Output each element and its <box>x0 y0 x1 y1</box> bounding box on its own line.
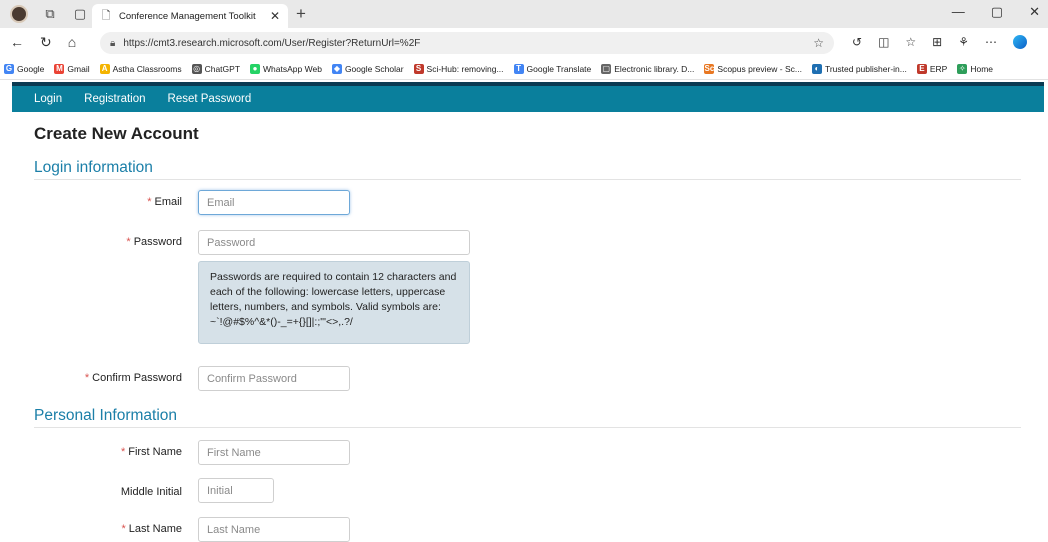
nav-reset-password-link[interactable]: Reset Password <box>168 93 252 105</box>
bookmark-favicon-icon: ● <box>250 63 261 74</box>
bookmark-favicon-icon: T <box>513 63 524 74</box>
bookmark-item[interactable]: E ERP <box>916 63 948 74</box>
favorite-star-icon[interactable]: ☆ <box>813 36 824 50</box>
url-field[interactable]: 🔒︎ https://cmt3.research.microsoft.com/U… <box>100 32 834 54</box>
bookmark-favicon-icon: Sc <box>704 63 715 74</box>
middle-initial-input[interactable] <box>198 478 274 503</box>
required-marker: * <box>147 196 152 208</box>
refresh-icon[interactable]: ↻ <box>40 34 52 51</box>
bookmark-favicon-icon: ◎ <box>191 63 202 74</box>
bookmark-item[interactable]: A Astha Classrooms <box>99 63 182 74</box>
minimize-icon[interactable]: — <box>952 4 965 20</box>
bookmark-label: Google Translate <box>526 63 592 74</box>
email-input[interactable] <box>198 190 350 215</box>
bookmark-item[interactable]: ◎ ChatGPT <box>191 63 241 74</box>
bookmark-favicon-icon: M <box>54 63 65 74</box>
first-name-input[interactable] <box>198 440 350 465</box>
bookmark-label: Gmail <box>67 63 90 74</box>
close-window-icon[interactable]: ✕ <box>1029 4 1040 20</box>
bookmark-label: Astha Classrooms <box>112 63 182 74</box>
personal-section-divider <box>34 427 1021 428</box>
confirm-password-input[interactable] <box>198 366 350 391</box>
bookmark-item[interactable]: M Gmail <box>54 63 90 74</box>
page-content: Login Registration Reset Password Create… <box>12 82 1044 542</box>
extensions-icon[interactable]: ⚘ <box>958 35 969 49</box>
login-section-heading: Login information <box>34 159 153 176</box>
bookmark-item[interactable]: ◐ Trusted publisher-in... <box>811 63 907 74</box>
bookmark-item[interactable]: ● WhatsApp Web <box>250 63 322 74</box>
navigation-buttons: ← ↻ ⌂ <box>10 34 76 51</box>
nav-registration-link[interactable]: Registration <box>84 93 145 105</box>
bookmark-label: WhatsApp Web <box>263 63 322 74</box>
personal-section-heading: Personal Information <box>34 407 178 424</box>
bookmark-label: ChatGPT <box>204 63 241 74</box>
bookmark-item[interactable]: S Sci-Hub: removing... <box>413 63 504 74</box>
bookmark-label: Scopus preview - Sc... <box>717 63 802 74</box>
login-section-divider <box>34 179 1021 180</box>
email-label: * Email <box>147 196 182 208</box>
address-bar-row: ← ↻ ⌂ 🔒︎ https://cmt3.research.microsoft… <box>0 28 1048 58</box>
bookmark-favicon-icon: ▢ <box>601 63 612 74</box>
collections-icon[interactable]: ⊞ <box>932 35 942 49</box>
nav-login-link[interactable]: Login <box>34 93 62 105</box>
tab-title: Conference Management Toolkit <box>119 10 256 22</box>
refresh-alt-icon[interactable]: ↺ <box>852 35 862 49</box>
bookmark-favicon-icon: ◐ <box>811 63 822 74</box>
site-nav-bar: Login Registration Reset Password <box>12 82 1044 112</box>
password-requirements-note: Passwords are required to contain 12 cha… <box>198 261 470 344</box>
bookmark-favicon-icon: A <box>99 63 110 74</box>
bookmark-label: Google <box>17 63 45 74</box>
tab-actions-icon[interactable]: ▢ <box>72 6 88 22</box>
bookmark-item[interactable]: T Google Translate <box>513 63 592 74</box>
bookmark-favicon-icon: G <box>4 63 14 74</box>
workspaces-icon[interactable]: ⧉ <box>42 6 58 22</box>
bookmark-label: Google Scholar <box>344 63 404 74</box>
bookmark-label: Home <box>970 63 994 74</box>
copilot-icon[interactable] <box>1013 35 1027 49</box>
browser-tab-active[interactable]: 🗋 Conference Management Toolkit ✕ <box>92 4 288 28</box>
bookmark-item[interactable]: ◆ Google Scholar <box>331 63 404 74</box>
first-name-label: * First Name <box>120 446 182 458</box>
bookmark-item[interactable]: G Google <box>4 63 45 74</box>
bookmark-favicon-icon: S <box>413 63 424 74</box>
last-name-label: * Last Name <box>121 523 182 535</box>
bookmark-item[interactable]: ✧ Home <box>957 63 994 74</box>
bookmark-label: ERP <box>929 63 948 74</box>
required-marker: * <box>84 372 90 384</box>
bookmark-favicon-icon: ◆ <box>331 63 342 74</box>
split-screen-icon[interactable]: ◫ <box>878 35 889 49</box>
url-text: https://cmt3.research.microsoft.com/User… <box>123 37 421 49</box>
bookmark-item[interactable]: Sc Scopus preview - Sc... <box>704 63 802 74</box>
toolbar-right: ↺ ◫ ☆ ⊞ ⚘ ⋯ <box>852 35 1027 49</box>
profile-avatar[interactable] <box>10 5 28 23</box>
page-title: Create New Account <box>34 124 199 143</box>
required-marker: * <box>126 236 131 248</box>
bookmark-favicon-icon: ✧ <box>957 63 968 74</box>
required-marker: * <box>121 523 126 535</box>
bookmark-favicon-icon: E <box>916 63 927 74</box>
required-marker: * <box>120 446 126 458</box>
more-menu-icon[interactable]: ⋯ <box>985 35 997 49</box>
new-tab-button[interactable]: + <box>296 4 306 24</box>
back-icon[interactable]: ← <box>10 34 24 51</box>
password-label: * Password <box>126 236 182 248</box>
page-icon: 🗋 <box>101 10 111 22</box>
browser-tab-strip: ⧉ ▢ 🗋 Conference Management Toolkit ✕ + … <box>0 0 1048 28</box>
last-name-input[interactable] <box>198 517 350 542</box>
middle-initial-label: Middle Initial <box>120 486 182 498</box>
close-tab-icon[interactable]: ✕ <box>270 9 280 23</box>
bookmark-label: Sci-Hub: removing... <box>426 63 504 74</box>
bookmark-item[interactable]: ▢ Electronic library. D... <box>601 63 695 74</box>
site-info-icon[interactable]: 🔒︎ <box>110 38 115 49</box>
password-input[interactable] <box>198 230 470 255</box>
window-controls: — ▢ ✕ <box>952 4 1040 20</box>
favorites-icon[interactable]: ☆ <box>905 35 916 49</box>
home-icon[interactable]: ⌂ <box>68 34 76 51</box>
confirm-password-label: * Confirm Password <box>84 372 182 384</box>
bookmark-label: Trusted publisher-in... <box>824 63 907 74</box>
bookmark-label: Electronic library. D... <box>614 63 695 74</box>
restore-icon[interactable]: ▢ <box>991 4 1003 20</box>
tab-strip-left-controls: ⧉ ▢ <box>10 5 88 23</box>
bookmarks-bar: G Google M Gmail A Astha Classrooms ◎ ChatGPT ● W… <box>0 58 1048 80</box>
